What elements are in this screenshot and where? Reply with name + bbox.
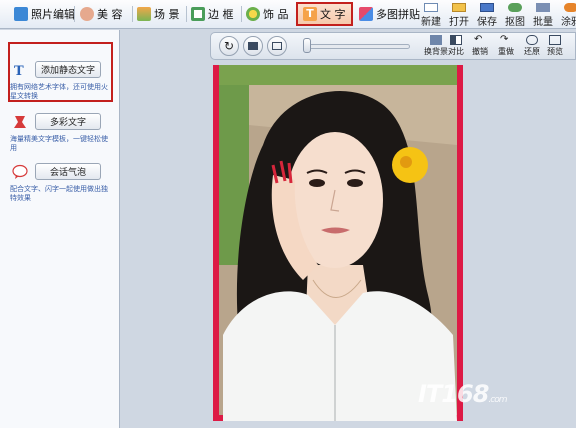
colorful-text-icon: [12, 114, 28, 130]
batch-icon: [536, 3, 550, 12]
speech-bubble-button[interactable]: 会话气泡: [35, 163, 101, 180]
accessory-icon: [246, 7, 260, 21]
restore-icon: [526, 35, 538, 45]
restore-button[interactable]: 还原: [524, 35, 540, 59]
refresh-icon: ↻: [223, 39, 235, 53]
tab-photo-edit[interactable]: 照片编辑: [14, 3, 75, 25]
speech-bubble-desc: 配合文字、闪字一起使用做出独特效果: [10, 185, 108, 202]
actual-size-icon: [272, 42, 282, 50]
redo-icon: ↷: [500, 34, 509, 45]
undo-icon: ↶: [474, 34, 483, 45]
zoom-slider[interactable]: [306, 44, 410, 49]
rotate-button[interactable]: ↻: [219, 36, 239, 56]
text-tools-panel: T 添加静态文字 拥有网络艺术字体，还可使用火星文转换 多彩文字 海量精美文字模…: [0, 30, 120, 428]
beauty-icon: [80, 7, 94, 21]
cutout-button[interactable]: 抠图: [502, 2, 528, 28]
fit-screen-button[interactable]: [243, 36, 263, 56]
portrait-photo[interactable]: [213, 65, 463, 421]
compare-icon: [450, 35, 462, 45]
undo-button[interactable]: ↶ 撤销: [472, 35, 488, 59]
colorful-text-desc: 海量精美文字模板，一键轻松使用: [10, 135, 108, 152]
watermark-logo: IT168.com: [418, 380, 508, 408]
tab-beauty[interactable]: 美 容: [80, 3, 123, 25]
save-icon: [480, 3, 494, 12]
save-button[interactable]: 保存: [474, 2, 500, 28]
background-icon: [430, 35, 442, 45]
add-static-text-button[interactable]: 添加静态文字: [35, 61, 101, 78]
new-file-icon: [424, 3, 438, 12]
redo-button[interactable]: ↷ 重做: [498, 35, 514, 59]
menu-separator: [132, 6, 133, 22]
actual-size-button[interactable]: [267, 36, 287, 56]
canvas-area: IT168.com: [120, 60, 576, 428]
frame-icon: [191, 7, 205, 21]
static-text-icon: T: [12, 62, 28, 78]
monitor-icon: [248, 42, 258, 50]
preview-button[interactable]: 预览: [547, 35, 563, 59]
change-bg-button[interactable]: 换背景: [424, 35, 448, 59]
scene-icon: [137, 7, 151, 21]
canvas-toolbar: ↻ 换背景 对比 ↶ 撤销 ↷ 重做 还原 预览: [210, 32, 576, 60]
cutout-icon: [508, 3, 522, 12]
menu-separator: [241, 6, 242, 22]
open-button[interactable]: 打开: [446, 2, 472, 28]
tab-accessory[interactable]: 饰 品: [246, 3, 289, 25]
photo-edit-icon: [14, 7, 28, 21]
brush-icon: [564, 3, 576, 12]
collage-icon: [359, 7, 373, 21]
text-icon: T: [303, 7, 317, 21]
zoom-slider-knob[interactable]: [303, 38, 311, 53]
doodle-button[interactable]: 涂鸦: [558, 2, 576, 28]
static-text-desc: 拥有网络艺术字体，还可使用火星文转换: [10, 83, 108, 100]
tab-text[interactable]: T 文 字: [296, 2, 353, 26]
svg-text:T: T: [14, 64, 24, 77]
new-button[interactable]: 新建: [418, 2, 444, 28]
preview-icon: [549, 35, 561, 45]
tab-collage[interactable]: 多图拼贴: [359, 3, 420, 25]
menu-separator: [74, 6, 75, 22]
top-menu-bar: 照片编辑 美 容 场 景 边 框 饰 品 T 文 字 多图拼贴 新建 打开 保存: [0, 0, 576, 29]
speech-bubble-icon: [12, 164, 28, 180]
colorful-text-button[interactable]: 多彩文字: [35, 113, 101, 130]
batch-button[interactable]: 批量: [530, 2, 556, 28]
compare-button[interactable]: 对比: [448, 35, 464, 59]
tab-scene[interactable]: 场 景: [137, 3, 180, 25]
tab-frame[interactable]: 边 框: [191, 3, 234, 25]
menu-separator: [186, 6, 187, 22]
folder-icon: [452, 3, 466, 12]
